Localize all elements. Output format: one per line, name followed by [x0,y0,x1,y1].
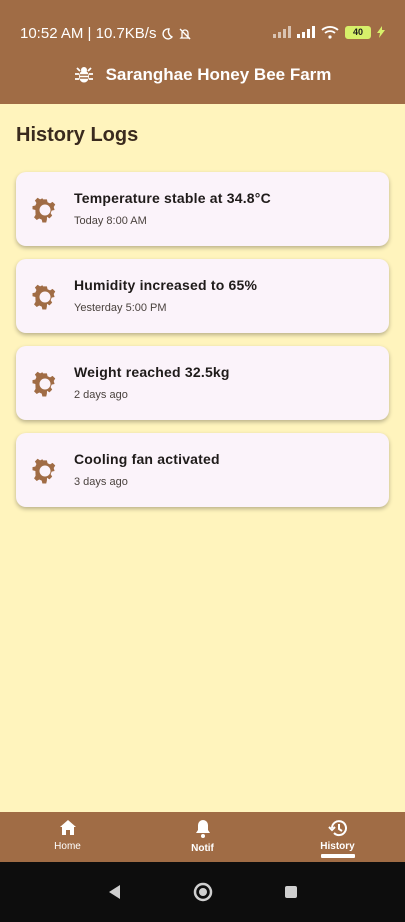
app-bar: Saranghae Honey Bee Farm [0,56,405,94]
gear-icon [32,371,56,397]
log-text: Humidity increased to 65% Yesterday 5:00… [74,277,257,314]
log-card[interactable]: Temperature stable at 34.8°C Today 8:00 … [16,172,389,246]
nav-home-label: Home [54,841,81,852]
page-title: History Logs [16,124,139,146]
log-time: Yesterday 5:00 PM [74,302,167,314]
bottom-nav: Home Notif History [0,812,405,862]
nav-history[interactable]: History [270,812,405,862]
signal-icon [273,26,291,38]
recents-icon[interactable] [283,884,299,900]
log-time: 3 days ago [74,476,128,488]
signal-icon-2 [297,26,315,38]
history-list: Temperature stable at 34.8°C Today 8:00 … [16,172,389,520]
log-title: Weight reached 32.5kg [74,364,230,380]
nav-notif-label: Notif [191,843,214,854]
status-icons: 40 [273,25,385,39]
home-icon [59,820,76,835]
mute-bell-icon [179,28,192,39]
log-card[interactable]: Cooling fan activated 3 days ago [16,433,389,507]
battery-icon: 40 [345,25,371,39]
status-time: 10:52 AM | 10.7KB/s [20,25,192,42]
log-title: Cooling fan activated [74,451,220,467]
log-time: 2 days ago [74,389,128,401]
status-time-text: 10:52 AM | 10.7KB/s [20,25,157,42]
system-nav-bar [0,862,405,922]
history-icon [327,820,347,837]
app-title: Saranghae Honey Bee Farm [105,65,332,84]
log-text: Weight reached 32.5kg 2 days ago [74,364,230,401]
moon-icon [162,27,174,40]
nav-history-label: History [320,841,355,852]
gear-icon [32,284,56,310]
log-title: Humidity increased to 65% [74,277,258,293]
log-text: Cooling fan activated 3 days ago [74,451,220,488]
gear-icon [32,197,56,223]
active-indicator [320,854,355,858]
log-text: Temperature stable at 34.8°C Today 8:00 … [74,190,271,227]
home-circle-icon[interactable] [193,882,213,902]
nav-home[interactable]: Home [0,812,135,862]
gear-icon [32,458,56,484]
wifi-icon [321,26,339,39]
battery-level: 40 [352,27,363,37]
back-icon[interactable] [107,884,123,900]
bell-icon [195,820,210,838]
nav-notif[interactable]: Notif [135,812,270,862]
bug-icon [74,67,93,83]
log-card[interactable]: Humidity increased to 65% Yesterday 5:00… [16,259,389,333]
log-title: Temperature stable at 34.8°C [74,190,271,206]
log-card[interactable]: Weight reached 32.5kg 2 days ago [16,346,389,420]
log-time: Today 8:00 AM [74,215,147,227]
charging-icon [377,26,385,38]
